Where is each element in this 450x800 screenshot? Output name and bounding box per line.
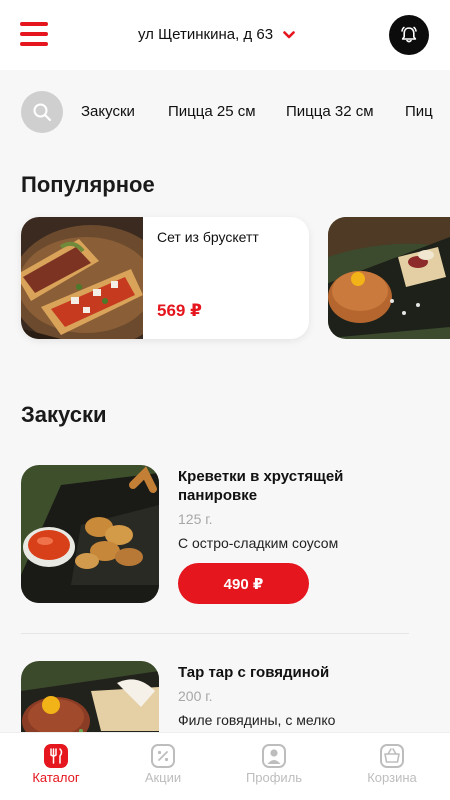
tab-label: Акции [144, 770, 182, 785]
popular-item-name: Сет из брускетт [157, 229, 259, 245]
menu-item[interactable]: Тар тар с говядиной 200 г. Филе говядины… [21, 661, 421, 732]
tab-profile[interactable]: Профиль [224, 733, 324, 800]
shrimp-image [21, 465, 159, 603]
tab-label: Корзина [367, 770, 417, 785]
bell-icon [401, 26, 417, 43]
section-title-popular: Популярное [21, 172, 155, 197]
category-bar: Закуски Пицца 25 см Пицца 32 см Пиц [21, 91, 450, 135]
tab-label: Профиль [245, 770, 303, 785]
menu-item-title: Тар тар с говядиной [178, 664, 330, 681]
bottom-tab-bar: Каталог Акции Профиль Корзина [0, 732, 450, 800]
category-tab-pizza-more[interactable]: Пиц [405, 103, 433, 120]
add-to-cart-button[interactable]: 490 ₽ [178, 563, 309, 604]
category-tab-pizza-32[interactable]: Пицца 32 см [286, 103, 374, 120]
menu-item-title: Креветки в хрустящей панировке [178, 468, 344, 504]
search-button[interactable] [21, 91, 63, 133]
tab-cart[interactable]: Корзина [342, 733, 442, 800]
notifications-button[interactable] [389, 15, 429, 55]
address-text: ул Щетинкина, д 63 [138, 26, 274, 43]
category-tab-pizza-25[interactable]: Пицца 25 см [168, 103, 256, 120]
basket-icon [380, 744, 404, 768]
popular-item-price: 569 ₽ [157, 301, 202, 320]
tab-label: Каталог [32, 770, 80, 785]
catalog-content[interactable]: Закуски Пицца 25 см Пицца 32 см Пиц Попу… [0, 70, 450, 732]
tab-promotions[interactable]: Акции [113, 733, 213, 800]
profile-icon [262, 744, 286, 768]
divider [21, 633, 409, 634]
app-header: ул Щетинкина, д 63 [0, 0, 450, 70]
section-title-snacks: Закуски [21, 402, 107, 427]
menu-item-weight: 125 г. [178, 511, 213, 527]
menu-item[interactable]: Креветки в хрустящей панировке 125 г. С … [21, 465, 421, 615]
tartare-image [328, 217, 450, 339]
catalog-icon [44, 744, 68, 768]
bruschetta-image [21, 217, 143, 339]
menu-item-description: С остро-сладким соусом [178, 535, 339, 551]
popular-card[interactable]: Сет из брускетт 569 ₽ [21, 217, 309, 339]
beef-tartare-image [21, 661, 159, 732]
chevron-down-icon [283, 30, 295, 38]
percent-icon [151, 744, 175, 768]
menu-item-weight: 200 г. [178, 688, 213, 704]
search-icon [33, 103, 52, 122]
tab-catalog[interactable]: Каталог [6, 733, 106, 800]
menu-item-description: Филе говядины, с мелко [178, 712, 336, 728]
address-selector[interactable]: ул Щетинкина, д 63 [138, 26, 295, 43]
popular-card-next[interactable] [328, 217, 450, 339]
category-tab-snacks[interactable]: Закуски [81, 103, 135, 120]
menu-icon[interactable] [20, 22, 48, 48]
